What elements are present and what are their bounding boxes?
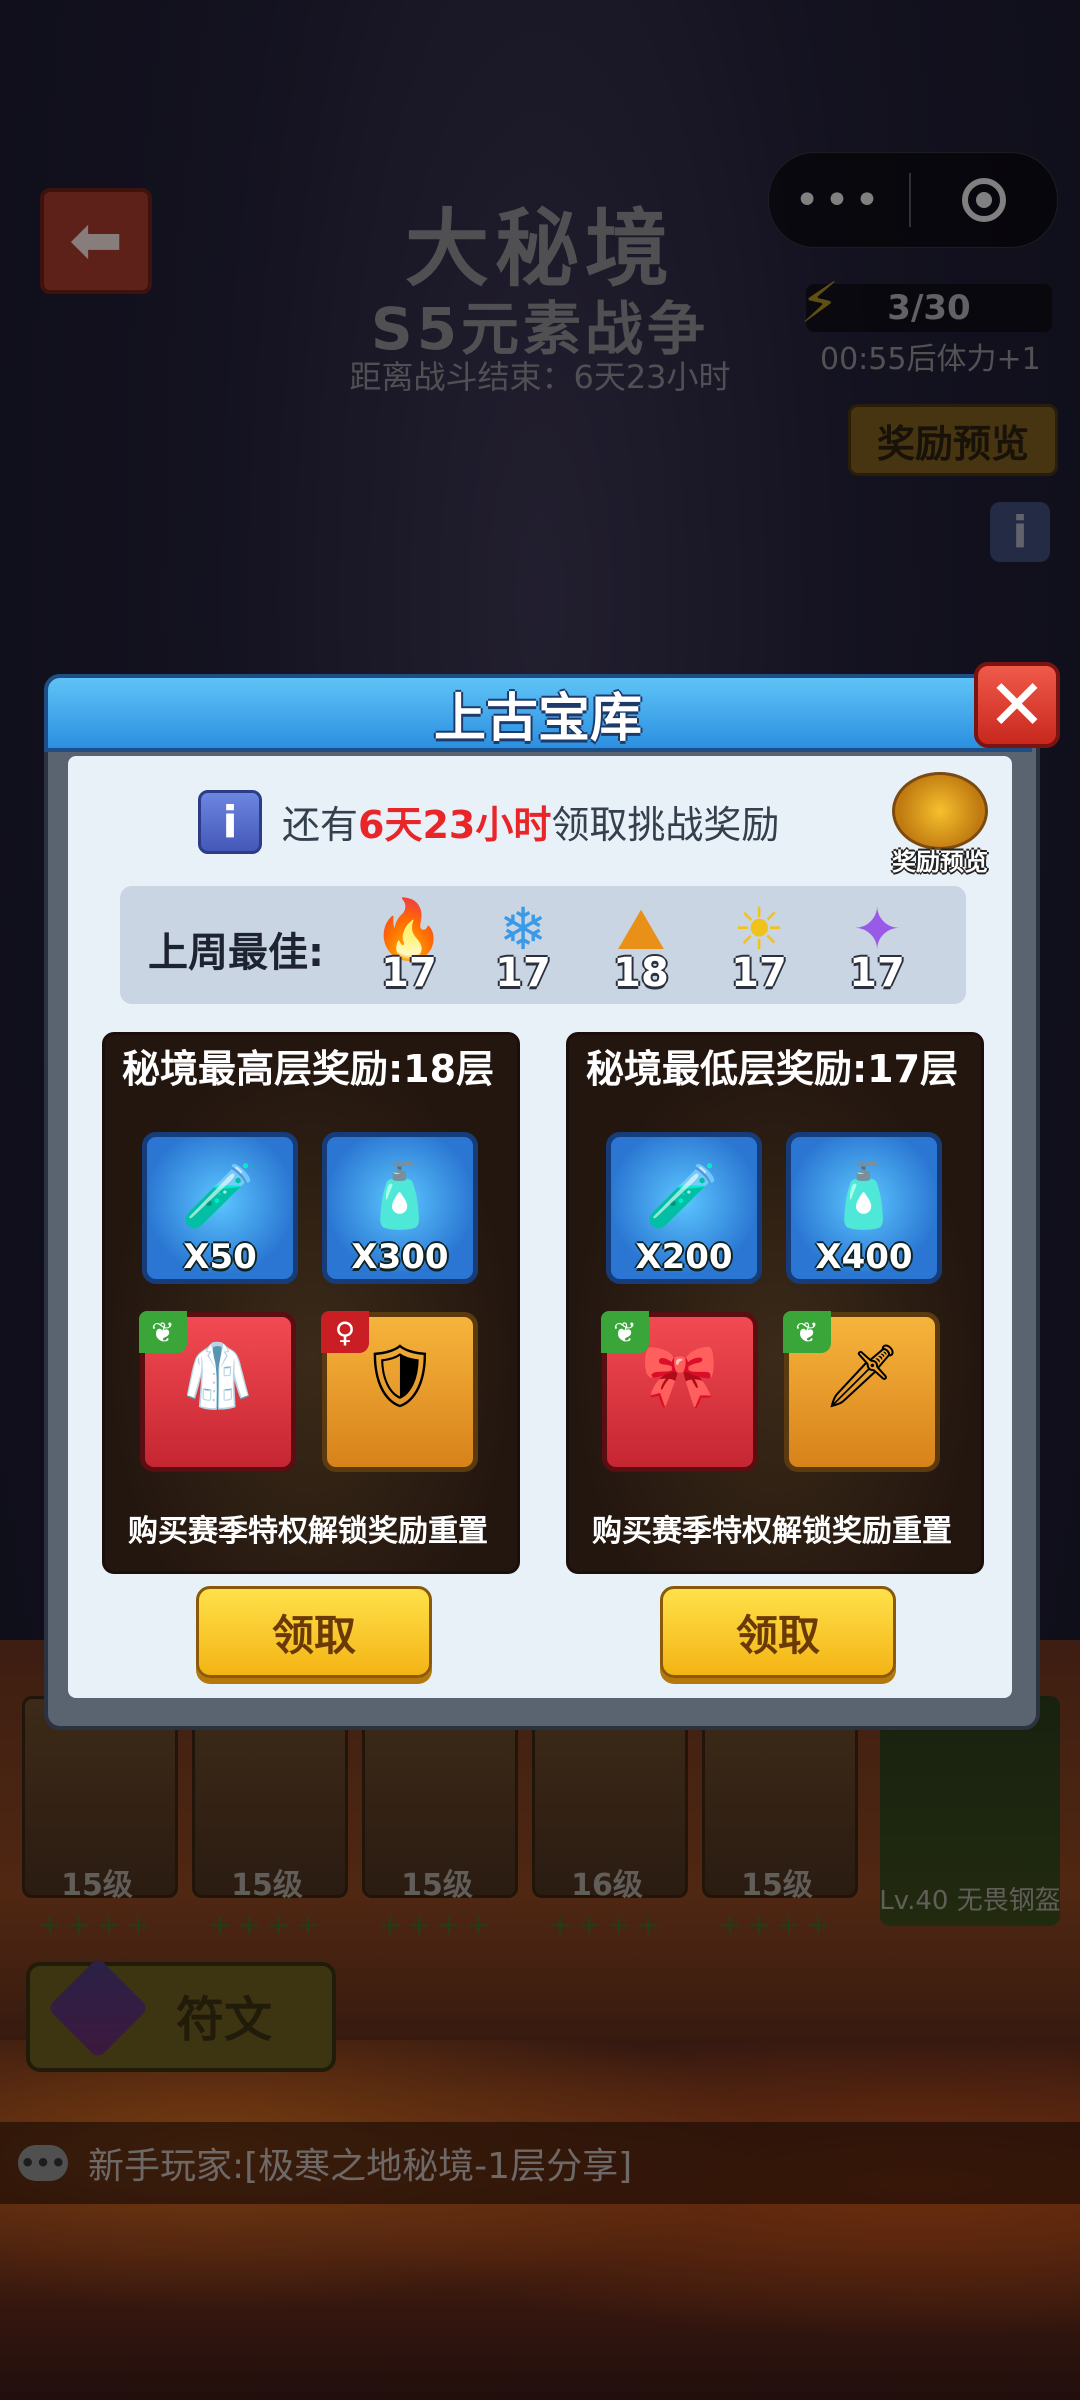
- red-potion-icon: 🧪: [181, 1159, 259, 1232]
- reward-item[interactable]: ❦ 🗡: [783, 1311, 940, 1472]
- red-ornament-icon: 🎀: [641, 1339, 719, 1412]
- reward-item[interactable]: ♀ 🛡: [321, 1311, 478, 1472]
- reward-item[interactable]: ❦ 🎀: [601, 1311, 758, 1472]
- claim-button[interactable]: 领取: [660, 1586, 896, 1678]
- element-arcane: ✦ 17: [832, 898, 922, 998]
- reward-item[interactable]: 🧪 X200: [606, 1132, 762, 1284]
- element-best-value: 17: [495, 950, 551, 996]
- notice-suffix: 领取挑战奖励: [551, 803, 780, 847]
- element-best-value: 17: [381, 950, 437, 996]
- claim-button[interactable]: 领取: [196, 1586, 432, 1678]
- element-best-value: 18: [613, 950, 669, 996]
- last-week-best-label: 上周最佳:: [148, 930, 324, 976]
- reward-quantity: X50: [183, 1237, 257, 1277]
- reward-item[interactable]: 🧴 X300: [322, 1132, 478, 1284]
- reward-item[interactable]: ❦ 🥼: [139, 1311, 296, 1472]
- reward-quantity: X300: [351, 1237, 449, 1277]
- claim-notice: 还有6天23小时领取挑战奖励: [282, 794, 779, 849]
- highest-floor-reward-panel: [102, 1032, 520, 1574]
- element-best-value: 17: [731, 950, 787, 996]
- white-cloak-icon: 🥼: [179, 1339, 257, 1412]
- armor-icon: 🛡: [360, 1339, 440, 1412]
- chest-reward-preview-label[interactable]: 奖励预览: [880, 842, 1000, 877]
- notice-time: 6天23小时: [358, 803, 552, 847]
- panel-title: 秘境最低层奖励:17层: [585, 1047, 959, 1091]
- reward-item[interactable]: 🧴 X400: [786, 1132, 942, 1284]
- treasure-chest-icon[interactable]: [892, 772, 988, 850]
- pink-potion-icon: 🧴: [825, 1159, 903, 1232]
- reward-quantity: X200: [635, 1237, 733, 1277]
- close-icon: ✕: [987, 664, 1047, 746]
- pink-potion-icon: 🧴: [361, 1159, 439, 1232]
- info-icon[interactable]: i: [198, 790, 262, 854]
- panel-footer: 购买赛季特权解锁奖励重置: [592, 1514, 952, 1549]
- reward-item[interactable]: 🧪 X50: [142, 1132, 298, 1284]
- close-button[interactable]: ✕: [974, 662, 1060, 748]
- lowest-floor-reward-panel: [566, 1032, 984, 1574]
- dialog-title: 上古宝库: [433, 688, 642, 749]
- element-best-value: 17: [849, 950, 905, 996]
- notice-prefix: 还有: [282, 803, 359, 847]
- reward-quantity: X400: [815, 1237, 913, 1277]
- element-light: ☀ 17: [714, 898, 804, 998]
- panel-footer: 购买赛季特权解锁奖励重置: [128, 1514, 488, 1549]
- sword-icon: 🗡: [822, 1339, 902, 1412]
- element-earth: ⛰ 18: [596, 898, 686, 998]
- element-fire: 🔥 17: [364, 898, 454, 998]
- panel-title: 秘境最高层奖励:18层: [121, 1047, 495, 1091]
- red-potion-icon: 🧪: [645, 1159, 723, 1232]
- element-ice: ❄ 17: [478, 898, 568, 998]
